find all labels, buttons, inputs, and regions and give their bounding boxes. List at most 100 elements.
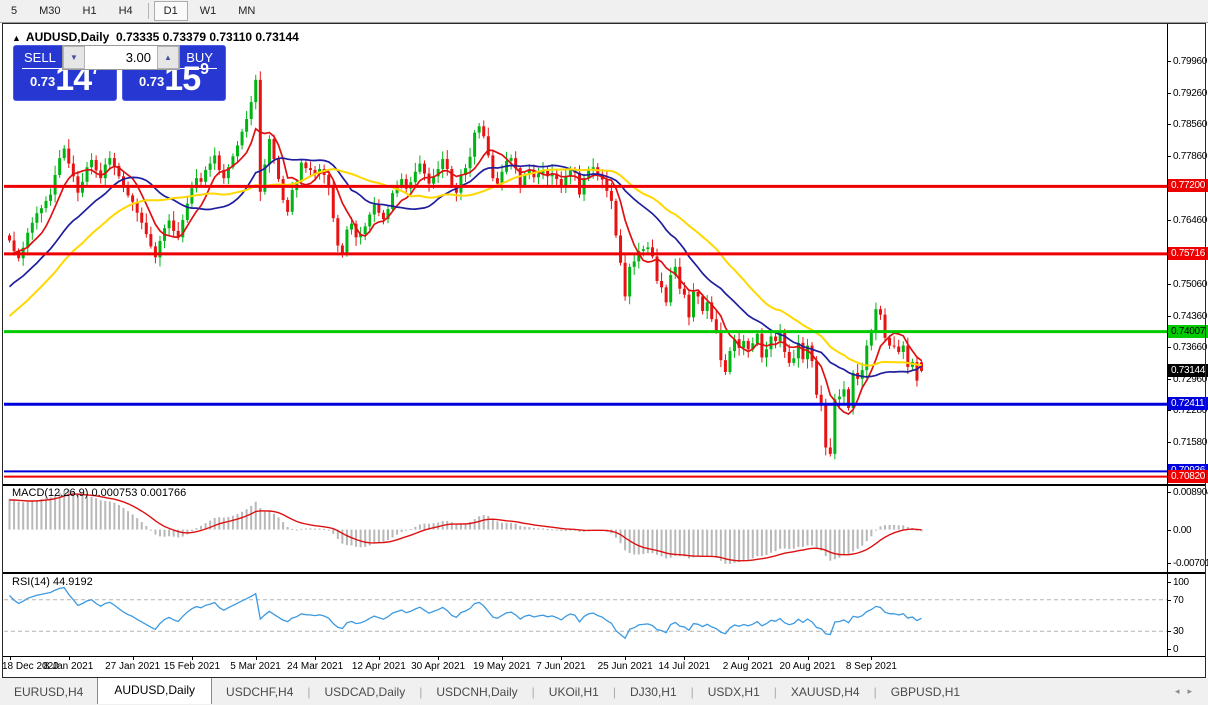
chart-title: ▲ AUDUSD,Daily 0.73335 0.73379 0.73110 0.…: [12, 30, 299, 44]
timeframe-button-h4[interactable]: H4: [109, 1, 143, 21]
date-label: 20 Aug 2021: [779, 661, 836, 672]
date-tick-mark: [625, 656, 627, 660]
timeframe-button-m30[interactable]: M30: [29, 1, 70, 21]
date-tick-mark: [255, 656, 257, 660]
date-label: 8 Sep 2021: [845, 661, 897, 672]
chart-tab-bar: EURUSD,H4 AUDUSD,Daily USDCHF,H4 | USDCAD,Da…: [0, 677, 1208, 705]
date-label: 2 Aug 2021: [722, 661, 774, 672]
price-tick-label: 0.79960: [1173, 55, 1208, 67]
tabs-scroll-left-icon[interactable]: ◂: [1175, 686, 1188, 696]
date-tick-mark: [501, 656, 503, 660]
price-tick-mark: [1167, 347, 1171, 349]
rsi-tick-mark: [1167, 582, 1171, 583]
date-label: 7 Jun 2021: [536, 661, 586, 672]
rsi-scale-label: 0: [1173, 644, 1179, 655]
chart-tab-eurusd[interactable]: EURUSD,H4: [0, 680, 97, 704]
chart-tab-audusd[interactable]: AUDUSD,Daily: [97, 677, 213, 704]
toolbar-separator: [147, 3, 149, 19]
rsi-label: RSI(14) 44.9192: [12, 576, 93, 588]
date-tick-mark: [561, 656, 563, 660]
chart-tab-dj30[interactable]: DJ30,H1: [616, 680, 691, 704]
macd-rsi-separator[interactable]: [3, 572, 1205, 574]
timeframe-button-5[interactable]: 5: [1, 1, 27, 21]
price-tick-mark: [1167, 410, 1171, 412]
macd-tick-mark: [1167, 529, 1171, 531]
volume-increase-button[interactable]: ▲: [157, 46, 179, 69]
timeframe-button-h1[interactable]: H1: [73, 1, 107, 21]
tabs-scroll-right-icon[interactable]: ▸: [1187, 686, 1200, 696]
rsi-tick-mark: [1167, 631, 1171, 633]
price-tick-mark: [1167, 283, 1171, 285]
price-tick-mark: [1167, 442, 1171, 444]
date-label: 25 Jun 2021: [597, 661, 653, 672]
macd-scale-label: -0.007013: [1173, 558, 1208, 569]
date-tick-mark: [438, 656, 440, 660]
price-tick-mark: [1167, 220, 1171, 221]
price-tick-mark: [1167, 379, 1171, 381]
date-label: 12 Apr 2021: [351, 661, 406, 672]
macd-scale-label: 0.00: [1173, 524, 1192, 536]
volume-input[interactable]: [85, 46, 157, 69]
date-tick-mark: [748, 656, 750, 660]
level-price-tag-0.75716: 0.75716: [1168, 246, 1208, 260]
date-tick-mark: [807, 656, 809, 660]
collapse-triangle-icon[interactable]: ▲: [12, 33, 21, 43]
price-macd-separator[interactable]: [3, 484, 1205, 486]
price-tick-label: 0.74360: [1173, 310, 1208, 322]
date-tick-mark: [378, 656, 380, 660]
timeframe-button-w1[interactable]: W1: [190, 1, 227, 21]
level-price-tag-0.72411: 0.72411: [1168, 397, 1208, 411]
buy-price-sup: 9: [200, 61, 210, 78]
one-click-trade-panel: SELL 0.73147 BUY 0.73159 ▼ ▲: [13, 45, 226, 101]
rsi-scale-label: 100: [1173, 577, 1189, 588]
date-label: 5 Mar 2021: [230, 661, 281, 672]
date-label: 14 Jul 2021: [658, 661, 711, 672]
chart-tab-usdchf[interactable]: USDCHF,H4: [212, 680, 307, 704]
macd-scale-label: 0.008904: [1173, 487, 1208, 498]
rsi-dateaxis-separator: [3, 656, 1205, 657]
price-chart-area[interactable]: [3, 24, 1167, 656]
chart-tab-usdcnh[interactable]: USDCNH,Daily: [422, 680, 531, 704]
chart-tab-xauusd[interactable]: XAUUSD,H4: [777, 680, 874, 704]
price-tick-label: 0.75060: [1173, 278, 1208, 290]
date-tick-mark: [191, 656, 193, 660]
volume-decrease-button[interactable]: ▼: [63, 46, 85, 69]
date-tick-mark: [315, 656, 317, 660]
level-price-tag-0.70820: 0.70820: [1168, 469, 1208, 483]
price-tick-label: 0.77860: [1173, 151, 1208, 163]
date-label: 30 Apr 2021: [411, 661, 466, 672]
date-tick-mark: [68, 656, 70, 660]
price-tick-label: 0.76460: [1173, 215, 1208, 226]
rsi-scale-label: 70: [1173, 594, 1184, 606]
macd-tick-mark: [1167, 492, 1171, 493]
chart-tab-gbpusd[interactable]: GBPUSD,H1: [877, 680, 974, 704]
date-tick-mark: [132, 656, 134, 660]
price-tick-mark: [1167, 60, 1171, 62]
level-price-tag-0.74007: 0.74007: [1168, 324, 1208, 338]
time-scale[interactable]: 18 Dec 2020 8 Jan 2021 27 Jan 2021 15 Feb 2…: [0, 656, 1167, 676]
price-tick-label: 0.73660: [1173, 342, 1208, 354]
timeframe-button-d1[interactable]: D1: [153, 1, 188, 21]
chart-tab-usdcad[interactable]: USDCAD,Daily: [311, 680, 420, 704]
price-tick-label: 0.78560: [1173, 119, 1208, 131]
chart-tab-usdx[interactable]: USDX,H1: [694, 680, 774, 704]
date-tick-mark: [9, 656, 11, 660]
price-tick-mark: [1167, 315, 1171, 317]
chart-tab-ukoil[interactable]: UKOil,H1: [535, 680, 613, 704]
date-label: 15 Feb 2021: [163, 661, 221, 672]
chart-symbol-label: AUDUSD,Daily: [25, 30, 110, 44]
date-label: 8 Jan 2021: [43, 661, 94, 672]
sell-price-prefix: 0.73: [29, 74, 56, 89]
buy-price-prefix: 0.73: [138, 74, 165, 89]
timeframe-button-mn[interactable]: MN: [228, 1, 265, 21]
rsi-tick-mark: [1167, 649, 1171, 650]
price-scale[interactable]: 0.79960 0.79260 0.78560 0.77860 0.76460 0.750…: [1167, 24, 1208, 676]
rsi-tick-mark: [1167, 599, 1171, 601]
date-label: 27 Jan 2021: [105, 661, 161, 672]
chart-ohlc-values: 0.73335 0.73379 0.73110 0.73144: [115, 30, 299, 44]
price-tick-mark: [1167, 124, 1171, 126]
macd-label: MACD(12,26,9) 0.000753 0.001766: [12, 487, 187, 499]
current-price-tag: 0.73144: [1168, 363, 1208, 377]
price-tick-label: 0.71580: [1173, 437, 1208, 449]
timeframe-toolbar: 5 M30 H1 H4 D1 W1 MN: [0, 0, 1208, 23]
